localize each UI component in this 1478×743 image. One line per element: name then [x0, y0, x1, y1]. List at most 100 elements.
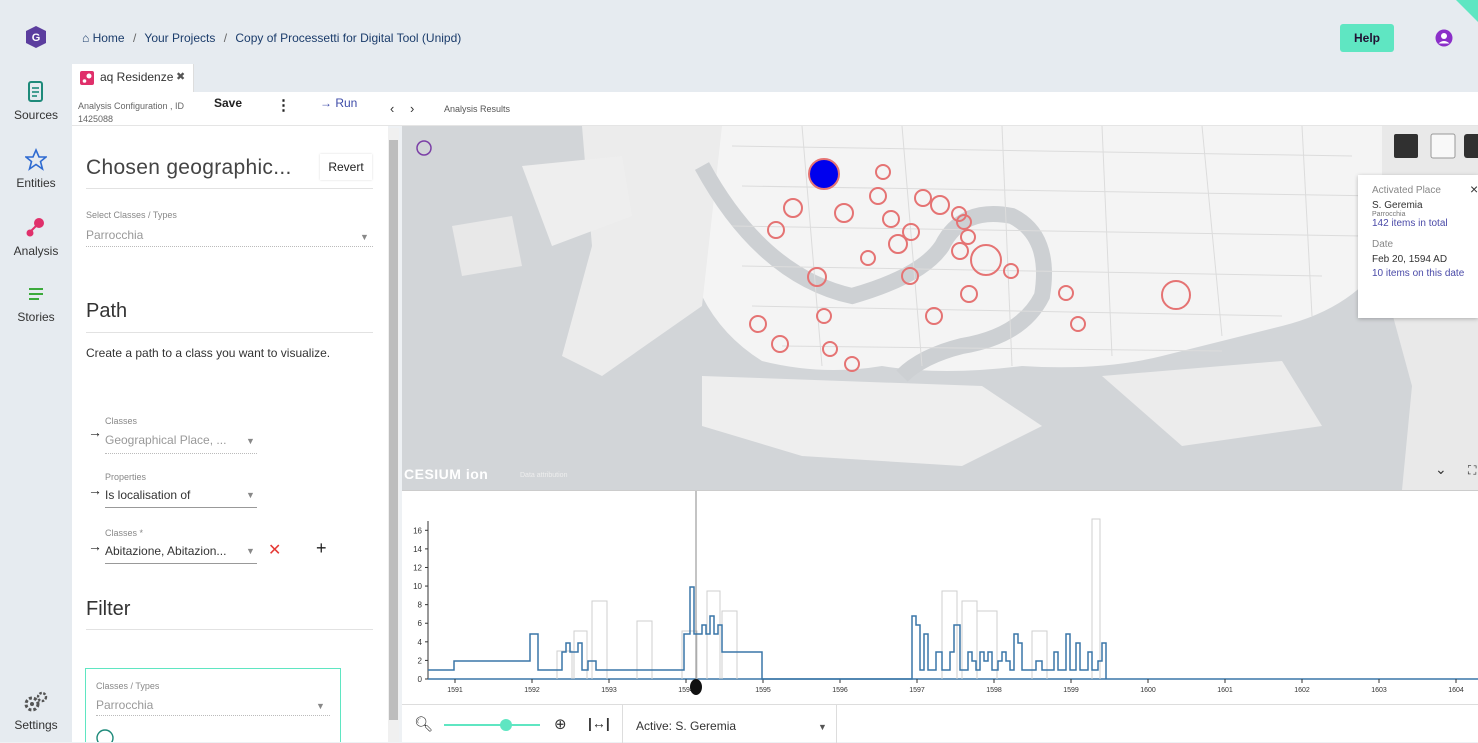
popup-date-label: Date: [1372, 239, 1394, 250]
revert-button[interactable]: Revert: [320, 154, 372, 180]
y-tick-group: 0 2 4 6 8 10 12 14 16: [413, 526, 428, 684]
nav-entities[interactable]: Entities: [0, 148, 72, 190]
fullscreen-icon[interactable]: ⛶: [1467, 463, 1477, 477]
path-property-select[interactable]: Is localisation of: [105, 488, 190, 502]
time-scrubber-handle[interactable]: [690, 679, 702, 695]
app-logo-icon[interactable]: G: [24, 25, 48, 49]
x-tick-label: 1591: [447, 687, 463, 694]
map-layer-icon[interactable]: [1430, 133, 1456, 159]
tab-aq-residenze[interactable]: aq Residenze ✖: [72, 64, 194, 92]
zoom-out-icon[interactable]: 🔍︎: [414, 715, 433, 733]
nav-analysis[interactable]: Analysis: [0, 216, 72, 258]
panel-scrollbar[interactable]: [388, 128, 399, 742]
path-section-title: Path: [86, 300, 128, 322]
active-place-select[interactable]: Active: S. Geremia: [636, 719, 736, 733]
scrollbar-thumb[interactable]: [389, 140, 398, 720]
x-tick-label: 1600: [1140, 687, 1156, 694]
x-tick-label: 1599: [1063, 687, 1079, 694]
more-options-button[interactable]: ⋮: [276, 96, 291, 114]
list-icon: [29, 288, 43, 300]
x-tick-group: 1591 1592 1593 1594 1595 1596 1597 1598 1599 1600…: [447, 679, 1464, 694]
popup-items-date-link[interactable]: 10 items on this date: [1372, 268, 1478, 279]
analysis-tab-icon: [80, 71, 94, 85]
popup-close-icon[interactable]: ×: [1470, 181, 1478, 197]
y-tick-label: 4: [418, 638, 423, 647]
geo-select-label: Select Classes / Types: [86, 210, 177, 220]
analysis-config-panel: Analysis Configuration , ID 1425088 Save…: [72, 92, 388, 742]
expand-right-icon[interactable]: ›: [410, 101, 414, 116]
map-view[interactable]: ⌄ ⛶: [402, 126, 1478, 490]
chevron-down-icon[interactable]: ▼: [818, 722, 827, 732]
divider: [86, 629, 373, 630]
tab-label: aq Residenze: [100, 70, 174, 84]
popup-place-name: S. Geremia: [1372, 200, 1423, 211]
chevron-down-icon[interactable]: ▼: [246, 546, 255, 556]
chevron-down-icon[interactable]: ▼: [360, 232, 369, 242]
panel-toolbar: Analysis Configuration , ID 1425088 Save…: [72, 92, 388, 126]
popup-items-total-link[interactable]: 142 items in total: [1372, 218, 1478, 229]
timeline-controls: 🔍︎ ⊕ |↔| Active: S. Geremia ▼: [402, 704, 1478, 743]
map-help-icon[interactable]: [1464, 134, 1478, 158]
breadcrumb-home[interactable]: Home: [93, 31, 125, 45]
run-button[interactable]: → Run: [320, 96, 357, 110]
nav-sources[interactable]: Sources: [0, 80, 72, 122]
data-attribution-link[interactable]: Data attribution: [520, 472, 567, 479]
arrow-right-icon: →: [320, 96, 336, 110]
filter-select-label: Classes / Types: [96, 681, 160, 691]
tab-close-icon[interactable]: ✖: [176, 70, 185, 83]
path-class-select[interactable]: Geographical Place, ...: [105, 433, 226, 447]
breadcrumb: ⌂ Home / Your Projects / Copy of Process…: [82, 31, 462, 45]
chevron-down-icon[interactable]: ▼: [246, 490, 255, 500]
nav-analysis-label: Analysis: [13, 244, 59, 258]
zoom-slider-handle[interactable]: [500, 719, 512, 731]
nav-stories[interactable]: Stories: [0, 284, 72, 324]
fit-range-icon[interactable]: |↔|: [588, 715, 610, 731]
breadcrumb-current: Copy of Processetti for Digital Tool (Un…: [235, 31, 462, 45]
keyboard-icon[interactable]: [1394, 134, 1418, 158]
zoom-slider-track[interactable]: [444, 724, 540, 726]
filter-section-title: Filter: [86, 598, 131, 620]
arrow-right-icon: →: [88, 538, 102, 554]
user-account-icon[interactable]: [1435, 29, 1453, 47]
results-label: Analysis Results: [444, 104, 511, 114]
nav-entities-label: Entities: [16, 176, 56, 190]
active-label: Active:: [636, 719, 673, 733]
breadcrumb-projects[interactable]: Your Projects: [144, 31, 215, 45]
remove-class-icon[interactable]: ✕: [268, 540, 281, 560]
y-tick-label: 0: [418, 675, 423, 684]
filter-select-value[interactable]: Parrocchia: [96, 698, 153, 712]
nav-settings[interactable]: Settings: [0, 690, 72, 732]
help-button[interactable]: Help: [1340, 24, 1394, 52]
chevron-down-icon[interactable]: ⌄: [1435, 462, 1447, 478]
map-mode-icon[interactable]: [416, 140, 432, 156]
geo-select-value[interactable]: Parrocchia: [86, 228, 143, 242]
path-row-label: Classes: [105, 416, 138, 426]
y-tick-label: 8: [418, 601, 423, 610]
timeline-svg: 0246810121416 1591 1592 1593 1594 1595 1596 15…: [413, 491, 1478, 695]
chevron-down-icon[interactable]: ▼: [246, 436, 255, 446]
select-underline: [96, 715, 330, 716]
save-button[interactable]: Save: [214, 96, 242, 110]
x-tick-label: 1601: [1217, 687, 1233, 694]
divider: [622, 705, 623, 743]
y-tick-label: 12: [413, 563, 422, 572]
select-underline: [105, 507, 257, 508]
map-canvas: ⌄ ⛶: [416, 126, 1478, 490]
star-network-icon: [25, 148, 47, 171]
filter-node-icon[interactable]: [96, 729, 114, 742]
path-target-class-select[interactable]: Abitazione, Abitazion...: [105, 544, 226, 558]
arrow-right-icon: →: [88, 482, 102, 498]
zoom-in-icon[interactable]: ⊕: [554, 715, 567, 733]
timeline-chart[interactable]: 0 2 4 6 8 10 12 14 16 1591 1592 1593 1594 1595 1596 15…: [402, 490, 1478, 704]
home-icon: ⌂: [82, 31, 90, 45]
select-underline: [86, 246, 373, 247]
cesium-logo: CESIUM ion: [404, 466, 489, 482]
divider: [86, 332, 373, 333]
popup-place-type: Parrocchia: [1372, 211, 1406, 218]
collapse-left-icon[interactable]: ‹: [390, 101, 394, 116]
chevron-down-icon[interactable]: ▼: [316, 701, 325, 711]
add-class-icon[interactable]: +: [316, 538, 327, 559]
path-row-label: Classes *: [105, 528, 144, 538]
active-place-marker[interactable]: [808, 158, 840, 190]
svg-text:G: G: [32, 32, 41, 44]
